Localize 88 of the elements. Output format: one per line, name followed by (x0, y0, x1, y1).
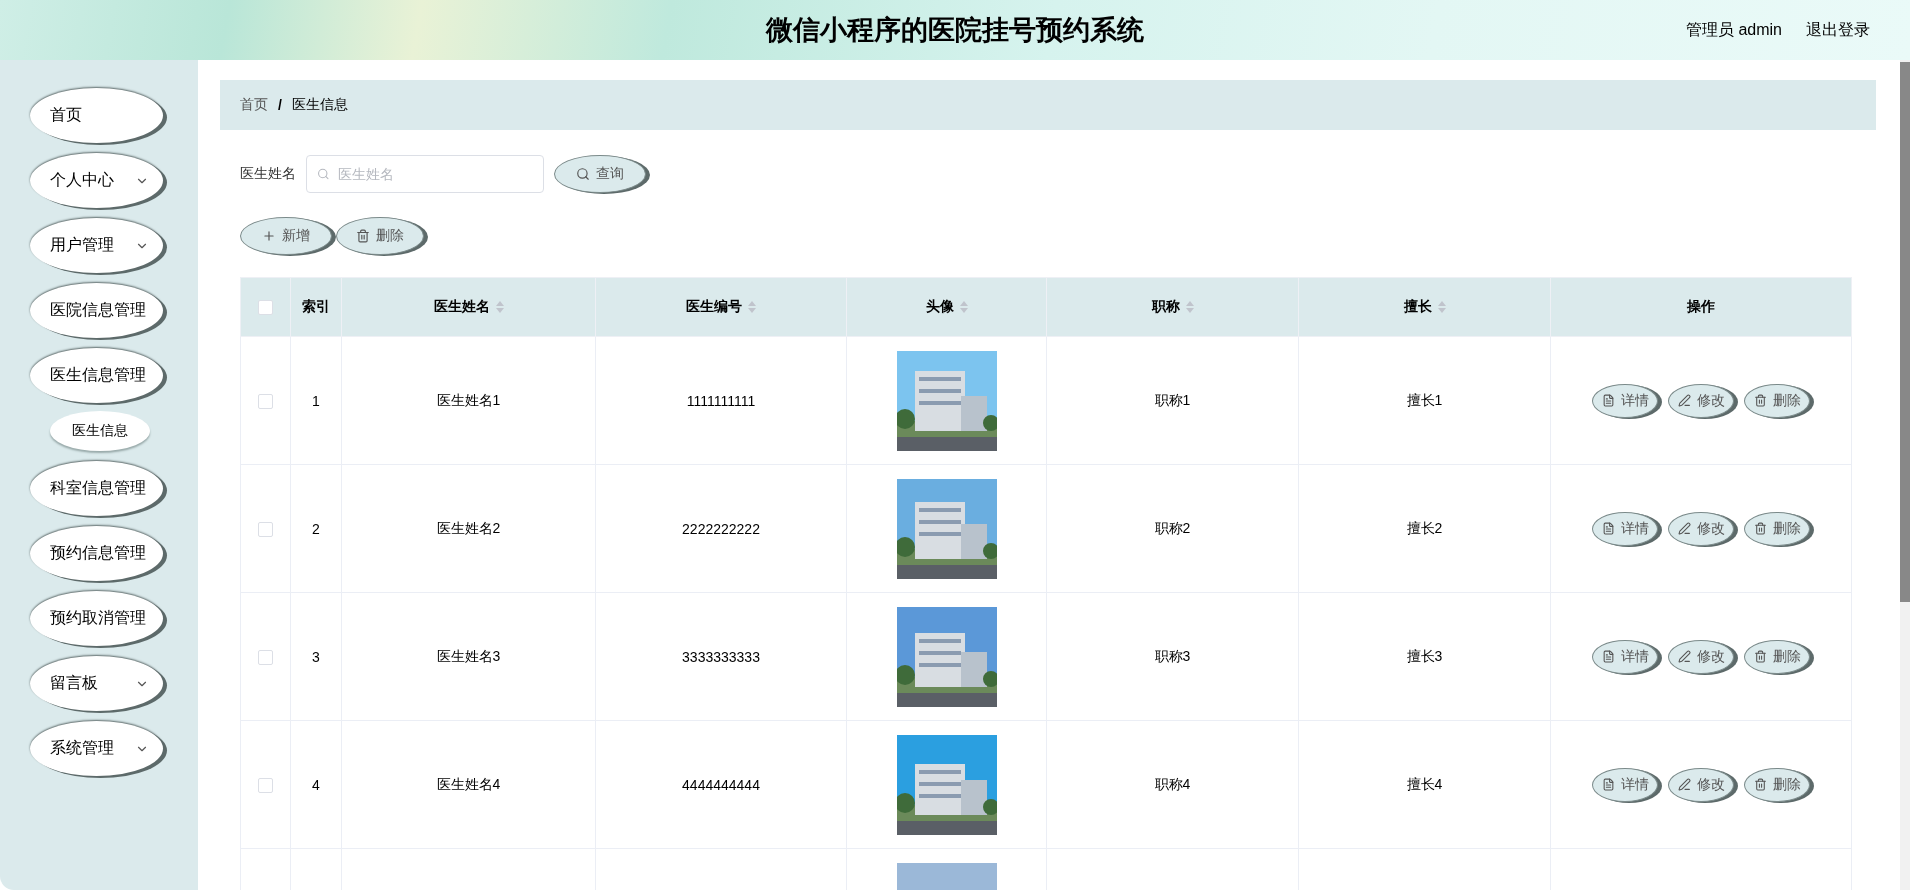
cell-text: 1 (312, 392, 320, 409)
cell-text: 3 (312, 648, 320, 665)
sidebar-item[interactable]: 系统管理 (30, 721, 163, 776)
search-icon (576, 167, 590, 181)
cell-text: 职称2 (1154, 519, 1191, 536)
delete-button[interactable]: 删除 (1744, 639, 1810, 674)
cell-text: 医生姓名3 (436, 647, 501, 664)
admin-label: 管理员 admin (1685, 19, 1782, 40)
edit-button[interactable]: 修改 (1668, 383, 1734, 418)
edit-button[interactable]: 修改 (1668, 511, 1734, 546)
search-icon (317, 167, 330, 181)
scrollbar[interactable] (1900, 60, 1910, 890)
sidebar-item[interactable]: 用户管理 (30, 218, 163, 273)
cell-text: 职称4 (1154, 775, 1191, 792)
breadcrumb-link[interactable]: 首页 (240, 96, 268, 114)
trash-icon (356, 229, 370, 243)
cell-text: 医生姓名4 (436, 775, 501, 792)
cell-text: 2222222222 (682, 520, 760, 537)
edit-button[interactable]: 修改 (1668, 639, 1734, 674)
search-field[interactable]: 医生姓名 (306, 155, 544, 193)
cell-text: 2 (312, 520, 320, 537)
trash-icon (1753, 650, 1767, 663)
sidebar-item[interactable]: 预约取消管理 (30, 591, 163, 646)
cell-text: 4 (312, 776, 320, 793)
search-label: 医生姓名 (240, 165, 296, 183)
pen-icon (1677, 394, 1691, 407)
document-icon (1601, 778, 1615, 791)
sidebar-item[interactable]: 预约信息管理 (30, 526, 163, 581)
cell-text: 职称3 (1154, 647, 1191, 664)
sidebar-item[interactable]: 首页 (30, 88, 163, 143)
app-title: 微信小程序的医院挂号预约系统 (766, 14, 1144, 47)
edit-button[interactable]: 修改 (1668, 767, 1734, 802)
details-button[interactable]: 详情 (1592, 511, 1658, 546)
column-header: 职称 (1046, 277, 1299, 337)
query-button[interactable]: 查询 (554, 155, 646, 193)
logout-link[interactable]: 退出登录 (1806, 19, 1870, 41)
pen-icon (1677, 650, 1691, 663)
cell-text: 医生姓名2 (436, 519, 501, 536)
column-header: 操作 (1550, 277, 1852, 337)
sort-icon[interactable] (1185, 300, 1194, 314)
row-checkbox[interactable] (258, 393, 273, 409)
document-icon (1601, 394, 1615, 407)
sort-icon[interactable] (748, 300, 756, 314)
document-icon (1601, 650, 1615, 663)
row-checkbox[interactable] (258, 777, 273, 793)
details-button[interactable]: 详情 (1592, 767, 1658, 802)
column-header: 医生编号 (595, 277, 847, 337)
cell-text: 擅长3 (1406, 647, 1443, 664)
details-button[interactable]: 详情 (1592, 639, 1658, 674)
cell-text: 4444444444 (682, 776, 760, 793)
cell-text: 擅长2 (1406, 519, 1443, 536)
pen-icon (1677, 522, 1691, 535)
cell-text: 擅长1 (1406, 391, 1443, 408)
delete-button[interactable]: 删除 (336, 217, 424, 255)
column-header: 头像 (846, 277, 1047, 337)
column-header: 医生姓名 (341, 277, 596, 337)
sidebar-item[interactable]: 医生信息管理 (30, 348, 163, 403)
cell-text: 3333333333 (682, 648, 760, 665)
sort-icon[interactable] (959, 300, 968, 314)
pen-icon (1677, 778, 1691, 791)
submenu-item[interactable]: 医生信息 (50, 411, 150, 451)
cell-text: 医生姓名1 (436, 391, 501, 408)
sidebar-item[interactable]: 个人中心 (30, 153, 163, 208)
delete-button[interactable]: 删除 (1744, 383, 1810, 418)
document-icon (1601, 522, 1615, 535)
cell-text: 职称1 (1154, 391, 1191, 408)
cell-text: 1111111111 (686, 392, 756, 409)
add-button[interactable]: 新增 (240, 217, 332, 255)
select-all-checkbox[interactable] (258, 300, 273, 316)
sidebar-item[interactable]: 医院信息管理 (30, 283, 163, 338)
trash-icon (1753, 522, 1767, 535)
breadcrumb-link[interactable]: 医生信息 (291, 96, 348, 114)
delete-button[interactable]: 删除 (1744, 511, 1810, 546)
details-button[interactable]: 详情 (1592, 383, 1658, 418)
delete-button[interactable]: 删除 (1744, 767, 1810, 802)
plus-icon (262, 229, 276, 243)
trash-icon (1753, 778, 1767, 791)
sidebar-item[interactable]: 留言板 (30, 656, 163, 711)
column-header: 擅长 (1298, 277, 1551, 337)
row-checkbox[interactable] (258, 649, 273, 665)
sidebar-item[interactable]: 科室信息管理 (30, 461, 163, 516)
breadcrumb-separator: / (278, 97, 282, 113)
column-header: 索引 (290, 277, 342, 337)
sort-icon[interactable] (495, 300, 504, 314)
trash-icon (1753, 394, 1767, 407)
sort-icon[interactable] (1437, 300, 1446, 314)
row-checkbox[interactable] (258, 521, 273, 537)
cell-text: 擅长4 (1406, 775, 1443, 792)
